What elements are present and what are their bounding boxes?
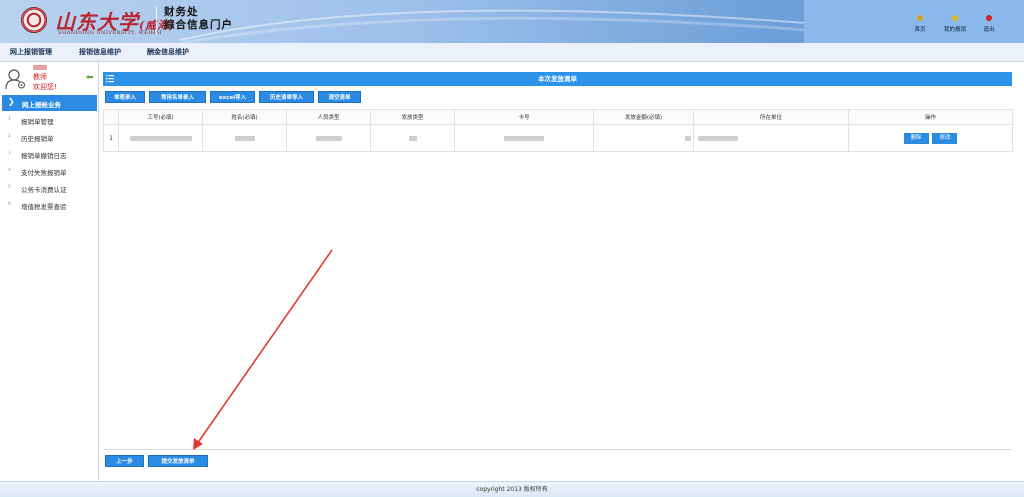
clear-list-button[interactable]: 清空清单 [318,91,361,103]
logout-bulb-icon [986,15,992,21]
sidebar-item-vat-check[interactable]: 6 增值税发票查验 [0,197,98,214]
chevron-right-icon: ❯ [8,97,15,106]
amount-cell[interactable] [593,124,694,152]
portal-title: 财务处 综合信息门户 [164,6,233,31]
panel-header: 本次发放清单 [103,72,1012,86]
redacted-value [129,135,192,141]
sidebar-item-payment-failed[interactable]: 4 支付失败报销单 [0,163,98,180]
user-name-redacted [33,65,47,70]
home-bulb-icon [917,15,923,21]
sidebar-item-card-auth[interactable]: 5 公务卡消费认证 [0,180,98,197]
single-entry-button[interactable]: 单笔录入 [105,91,145,103]
tab-remuneration-info[interactable]: 酬金信息维护 [147,43,189,62]
redacted-value [504,135,544,141]
user-role: 教师 [33,73,47,81]
redacted-value [408,135,417,141]
actions-cell: 删除 修改 [848,124,1013,152]
logout-link[interactable]: 退出 [971,15,1007,33]
column-header-actions: 操作 [848,109,1013,125]
card-number-cell[interactable] [454,124,594,152]
column-header-amount: 发放金额(必填) [593,109,694,125]
column-header-name: 姓名(必填) [202,109,287,125]
sidebar-item-reimburse-manage[interactable]: 1 报销单管理 [0,112,98,129]
delete-row-button[interactable]: 删除 [903,132,929,144]
user-box: 教师 欢迎您! ⬅ [0,62,99,94]
previous-step-button[interactable]: 上一步 [105,455,144,467]
university-seal-logo [21,7,47,33]
column-header-card-number: 卡号 [454,109,594,125]
university-logo-subtitle: SHANDONG UNIVERSITY, WEIHAI [58,30,163,36]
user-welcome: 欢迎您! [33,83,57,91]
row-index: 1 [103,124,119,152]
column-header-payment-type: 发放类型 [370,109,455,125]
redacted-value [234,135,255,141]
redacted-value [685,135,691,141]
header-swoosh-decoration [180,9,830,43]
home-link[interactable]: 首页 [902,15,938,33]
redacted-value [698,135,738,141]
excel-import-button[interactable]: excel导入 [210,91,255,103]
column-header-index [103,109,119,125]
name-cell[interactable] [202,124,287,152]
submit-list-button[interactable]: 提交发放清单 [148,455,208,467]
tab-online-reimburse[interactable]: 网上报销管理 [10,43,52,62]
tab-reimburse-info[interactable]: 报销信息维护 [79,43,121,62]
my-reimburse-link[interactable]: 我的报销 [937,15,973,33]
redacted-value [315,135,342,141]
top-actions: 首页 我的报销 退出 [804,0,1024,43]
sidebar-item-history[interactable]: 2 历史报销单 [0,129,98,146]
user-avatar-icon [5,69,26,90]
footer: copyright 2013 版权所有 [0,481,1024,497]
table-header-row: 工号(必填) 姓名(必填) 人员类型 发放类型 卡号 发放金额(必填) 所在单位… [103,109,1013,125]
top-tab-bar: 网上报销管理 报销信息维护 酬金信息维护 [0,43,1024,62]
collapse-sidebar-icon[interactable]: ⬅ [86,73,94,83]
edit-row-button[interactable]: 修改 [932,132,958,144]
my-reimburse-bulb-icon [952,15,958,21]
sidebar-item-revoke-log[interactable]: 3 报销单撤销日志 [0,146,98,163]
common-list-entry-button[interactable]: 常用名单录入 [149,91,206,103]
panel-title: 本次发放清单 [538,75,577,83]
staff-id-cell[interactable] [118,124,203,152]
distribution-table: 工号(必填) 姓名(必填) 人员类型 发放类型 卡号 发放金额(必填) 所在单位… [103,109,1013,152]
payment-type-cell[interactable] [370,124,455,152]
column-header-department: 所在单位 [693,109,849,125]
table-row: 1 删除 修改 [103,124,1013,152]
column-header-staff-id: 工号(必填) [118,109,203,125]
content-divider [103,449,1012,450]
department-cell[interactable] [693,124,849,152]
person-type-cell[interactable] [286,124,371,152]
column-header-person-type: 人员类型 [286,109,371,125]
sidebar: 教师 欢迎您! ⬅ ❯ 网上报帐业务 1 报销单管理 2 历史报销单 3 报销单… [0,62,99,481]
logo-divider [156,6,157,34]
app-header: 山东大学(威海) SHANDONG UNIVERSITY, WEIHAI 财务处… [0,0,1024,43]
sidebar-section-online-business[interactable]: ❯ 网上报帐业务 [2,95,97,111]
history-list-import-button[interactable]: 历史清单导入 [259,91,314,103]
